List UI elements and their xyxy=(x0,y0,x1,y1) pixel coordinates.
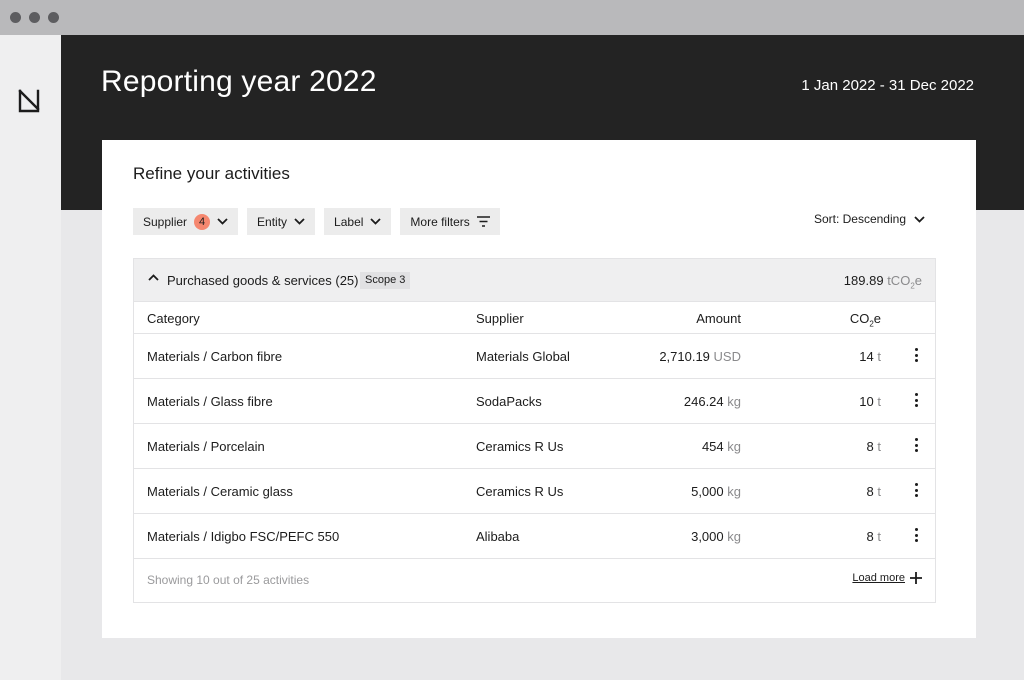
column-header-co2e[interactable]: CO2e xyxy=(850,311,881,329)
sort-dropdown[interactable]: Sort: Descending xyxy=(814,212,925,226)
window-maximize-button[interactable] xyxy=(48,12,59,23)
cell-category: Materials / Idigbo FSC/PEFC 550 xyxy=(147,529,340,544)
chevron-down-icon xyxy=(217,218,228,225)
filter-supplier-label: Supplier xyxy=(143,214,188,229)
activities-card: Refine your activities Supplier 4 Entity… xyxy=(102,140,976,638)
more-options-icon[interactable] xyxy=(915,438,919,452)
cell-category: Materials / Ceramic glass xyxy=(147,484,293,499)
more-options-icon[interactable] xyxy=(915,393,919,407)
sidebar xyxy=(0,35,61,680)
more-filters-label: More filters xyxy=(410,214,470,229)
chevron-down-icon xyxy=(370,218,382,225)
cell-co2e: 10 t xyxy=(859,394,881,409)
page-title: Reporting year 2022 xyxy=(101,65,377,98)
filter-label-button[interactable]: Label xyxy=(324,208,392,235)
table-row[interactable]: Materials / Porcelain Ceramics R Us 454 kg… xyxy=(134,424,935,469)
plus-icon xyxy=(910,572,922,584)
load-more-button[interactable]: Load more xyxy=(852,572,922,584)
card-title: Refine your activities xyxy=(133,164,290,183)
cell-category: Materials / Glass fibre xyxy=(147,394,273,409)
more-options-icon[interactable] xyxy=(915,528,919,542)
column-header-category[interactable]: Category xyxy=(147,311,200,326)
activities-table: Purchased goods & services (25) Scope 3 … xyxy=(133,258,936,603)
cell-amount: 246.24 kg xyxy=(683,394,741,409)
sort-label: Sort: Descending xyxy=(813,212,906,226)
cell-amount: 5,000 kg xyxy=(691,484,741,499)
filter-bar: Supplier 4 Entity Label More filters xyxy=(133,208,500,235)
showing-count: Showing 10 out of 25 activities xyxy=(147,573,310,587)
cell-supplier: Ceramics R Us xyxy=(476,484,564,499)
date-range: 1 Jan 2022 - 31 Dec 2022 xyxy=(801,77,974,94)
table-row[interactable]: Materials / Glass fibre SodaPacks 246.24 k… xyxy=(134,379,935,424)
cell-co2e: 8 t xyxy=(866,529,881,544)
more-options-icon[interactable] xyxy=(915,348,919,362)
cell-amount: 454 kg xyxy=(701,439,741,454)
chevron-up-icon[interactable] xyxy=(148,274,159,281)
table-row[interactable]: Materials / Carbon fibre Materials Global… xyxy=(134,334,935,379)
filter-entity-button[interactable]: Entity xyxy=(247,208,316,235)
scope-tag: Scope 3 xyxy=(360,272,411,289)
table-header-row: Category Supplier Amount CO2e xyxy=(134,302,935,334)
group-total-unit: tCO2e xyxy=(887,273,922,291)
filter-supplier-button[interactable]: Supplier 4 xyxy=(133,208,239,235)
filter-entity-label: Entity xyxy=(257,214,288,229)
cell-category: Materials / Porcelain xyxy=(147,439,265,454)
filter-count-badge: 4 xyxy=(194,213,211,230)
filter-label-label: Label xyxy=(334,214,364,229)
column-header-amount[interactable]: Amount xyxy=(696,311,741,326)
cell-co2e: 14 t xyxy=(859,349,881,364)
more-filters-button[interactable]: More filters xyxy=(400,208,500,235)
filter-lines-icon xyxy=(476,216,490,227)
group-total: 189.89 tCO2e xyxy=(844,273,922,291)
cell-category: Materials / Carbon fibre xyxy=(147,349,283,364)
cell-supplier: Alibaba xyxy=(476,529,520,544)
load-more-label: Load more xyxy=(852,572,905,584)
group-title: Purchased goods & services (25) xyxy=(167,273,359,288)
table-row[interactable]: Materials / Ceramic glass Ceramics R Us 5,… xyxy=(134,469,935,514)
cell-supplier: SodaPacks xyxy=(476,394,542,409)
cell-amount: 3,000 kg xyxy=(691,529,741,544)
chevron-down-icon xyxy=(294,218,305,225)
logo-n-icon[interactable] xyxy=(17,89,43,113)
table-footer: Showing 10 out of 25 activities Load mor… xyxy=(134,559,935,602)
table-row[interactable]: Materials / Idigbo FSC/PEFC 550 Alibaba 3,… xyxy=(134,514,935,559)
more-options-icon[interactable] xyxy=(915,483,919,497)
chevron-down-icon xyxy=(914,215,925,223)
group-header: Purchased goods & services (25) Scope 3 … xyxy=(134,259,935,302)
cell-amount: 2,710.19 USD xyxy=(659,349,741,364)
cell-supplier: Materials Global xyxy=(476,349,570,364)
window-titlebar xyxy=(0,0,1024,35)
group-total-value: 189.89 xyxy=(843,273,884,288)
cell-co2e: 8 t xyxy=(866,439,881,454)
window-close-button[interactable] xyxy=(10,12,21,23)
cell-supplier: Ceramics R Us xyxy=(476,439,564,454)
cell-co2e: 8 t xyxy=(866,484,881,499)
column-header-supplier[interactable]: Supplier xyxy=(476,311,524,326)
window-minimize-button[interactable] xyxy=(29,12,40,23)
